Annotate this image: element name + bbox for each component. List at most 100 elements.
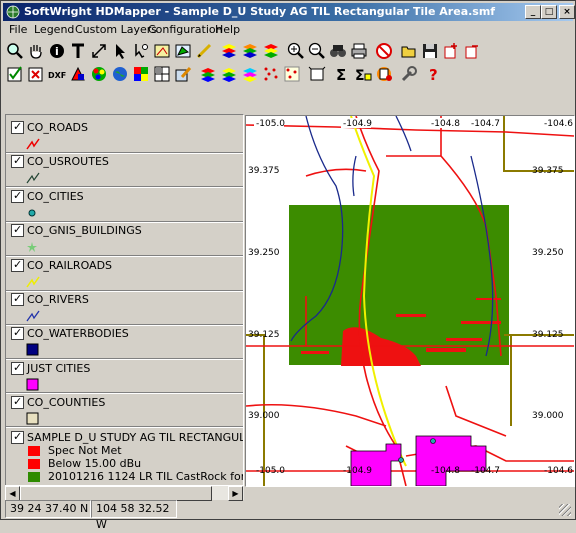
divider	[6, 255, 243, 257]
close-button[interactable]: ×	[559, 5, 575, 19]
title-bar[interactable]: SoftWright HDMapper - Sample D_U Study A…	[3, 3, 575, 21]
layer-checkbox[interactable]	[11, 223, 24, 237]
remove-layer-icon[interactable]	[462, 41, 482, 61]
divider	[6, 152, 243, 154]
layer-checkbox[interactable]	[11, 189, 24, 203]
layers-a-icon[interactable]	[198, 64, 218, 84]
no-entry-icon[interactable]	[374, 41, 394, 61]
layers-b-icon[interactable]	[219, 64, 239, 84]
layer-checkbox[interactable]	[11, 326, 24, 340]
polygon-draw-icon[interactable]	[173, 41, 193, 61]
svg-text:?: ?	[429, 66, 438, 83]
class-swatch	[28, 459, 40, 469]
zoom-out-icon[interactable]	[307, 41, 327, 61]
layer-name: JUST CITIES	[27, 362, 91, 375]
layer-stack-b-icon[interactable]	[240, 41, 260, 61]
points-b-icon[interactable]	[282, 64, 302, 84]
layers-c-icon[interactable]	[240, 64, 260, 84]
lon-label: -104.8	[431, 466, 460, 476]
layer-checkbox[interactable]	[11, 292, 24, 306]
layer-checkbox[interactable]	[11, 395, 24, 409]
globe-icon[interactable]	[110, 64, 130, 84]
minimize-button[interactable]: _	[525, 5, 541, 19]
wrench-icon[interactable]	[399, 64, 419, 84]
dark-line-symbol-icon	[26, 172, 40, 184]
layer-checkbox[interactable]	[11, 120, 24, 134]
points-a-icon[interactable]	[261, 64, 281, 84]
text-tool-icon[interactable]	[68, 41, 88, 61]
class-swatch	[28, 472, 40, 482]
scroll-right-button[interactable]: ▶	[228, 486, 243, 501]
menu-help[interactable]: Help	[215, 23, 240, 36]
layer-name: CO_COUNTIES	[27, 396, 106, 409]
lon-label: -104.9	[343, 119, 372, 129]
sigma-icon[interactable]: Σ	[332, 64, 352, 84]
dxf-icon[interactable]: DXF	[47, 64, 67, 84]
size-grip-icon[interactable]	[559, 504, 571, 516]
red-line-symbol-icon	[26, 138, 40, 150]
color-palette-icon[interactable]	[89, 64, 109, 84]
map-view[interactable]: -105.0 -104.9 -104.8 -104.7 -104.6 -105.…	[245, 115, 575, 487]
class-label: Spec Not Met	[48, 444, 122, 457]
yellow-line-symbol-icon	[26, 276, 40, 288]
layer-stack-a-icon[interactable]	[219, 41, 239, 61]
scroll-thumb[interactable]	[20, 486, 212, 501]
sigma-grid-icon[interactable]: Σ	[353, 64, 373, 84]
calculator-alert-icon[interactable]	[374, 64, 394, 84]
maximize-button[interactable]: □	[541, 5, 557, 19]
lon-label: -104.9	[343, 466, 372, 476]
layer-checkbox[interactable]	[11, 258, 24, 272]
lat-label: 39.375	[532, 166, 564, 176]
open-folder-icon[interactable]	[399, 41, 419, 61]
menu-configuration[interactable]: Configuration	[148, 23, 223, 36]
delete-tool-icon[interactable]	[26, 64, 46, 84]
app-window: SoftWright HDMapper - Sample D_U Study A…	[0, 0, 576, 531]
zoom-in-icon[interactable]	[286, 41, 306, 61]
pan-hand-icon[interactable]	[26, 41, 46, 61]
line-draw-icon[interactable]	[194, 41, 214, 61]
map-canvas[interactable]: -105.0 -104.9 -104.8 -104.7 -104.6 -105.…	[246, 116, 574, 486]
window-title: SoftWright HDMapper - Sample D_U Study A…	[24, 5, 496, 18]
green-star-symbol-icon	[27, 242, 37, 252]
save-icon[interactable]	[420, 41, 440, 61]
info-icon[interactable]: i	[47, 41, 67, 61]
resize-icon[interactable]	[89, 41, 109, 61]
lat-label: 39.250	[248, 248, 280, 258]
legend-hscrollbar[interactable]: ◀ ▶	[5, 485, 244, 501]
divider	[6, 426, 243, 428]
app-globe-icon	[6, 5, 20, 19]
layer-checkbox[interactable]	[11, 430, 24, 444]
select-arrow-icon[interactable]	[110, 41, 130, 61]
divider	[6, 290, 243, 292]
menu-legend[interactable]: Legend	[34, 23, 74, 36]
menu-file[interactable]: File	[9, 23, 27, 36]
grid-color-icon[interactable]	[131, 64, 151, 84]
menu-custom-layers[interactable]: Custom Layers	[75, 23, 157, 36]
rectangle-draw-icon[interactable]	[152, 41, 172, 61]
beige-square-symbol-icon	[26, 412, 39, 425]
layer-stack-c-icon[interactable]	[261, 41, 281, 61]
lat-label: 39.375	[248, 166, 280, 176]
layer-checkbox[interactable]	[11, 361, 24, 375]
lon-label: -104.8	[431, 119, 460, 129]
help-icon[interactable]: ?	[424, 64, 444, 84]
binoculars-icon[interactable]	[328, 41, 348, 61]
legend-panel: CO_ROADS CO_USROUTES CO_CITIES CO_GNIS_B…	[5, 114, 244, 486]
grid-gray-icon[interactable]	[152, 64, 172, 84]
edit-node-icon[interactable]	[131, 41, 151, 61]
lat-label: 39.000	[532, 411, 564, 421]
pencil-grid-icon[interactable]	[173, 64, 193, 84]
printer-icon[interactable]	[349, 41, 369, 61]
svg-text:Σ: Σ	[355, 68, 365, 83]
divider	[6, 186, 243, 188]
divider	[6, 392, 243, 394]
triangle-shape-icon[interactable]	[68, 64, 88, 84]
checkbox-tool-icon[interactable]	[5, 64, 25, 84]
scroll-left-button[interactable]: ◀	[5, 486, 20, 501]
frame-icon[interactable]	[307, 64, 327, 84]
lon-label: -104.7	[471, 466, 500, 476]
zoom-tool-icon[interactable]	[5, 41, 25, 61]
status-latitude: 39 24 37.40 N	[5, 500, 91, 518]
add-layer-icon[interactable]	[441, 41, 461, 61]
layer-checkbox[interactable]	[11, 154, 24, 168]
